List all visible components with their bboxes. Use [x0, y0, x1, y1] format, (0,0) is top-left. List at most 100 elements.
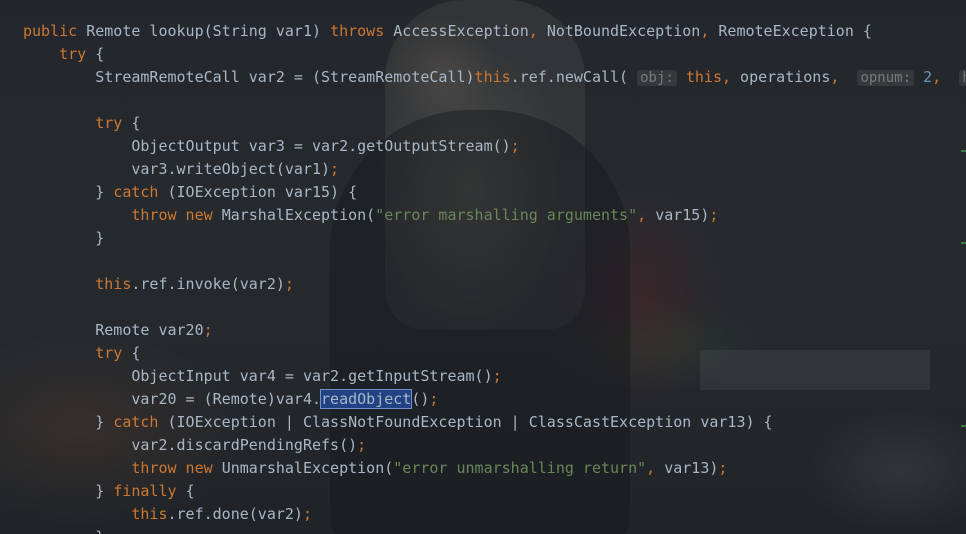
code-token: , — [646, 459, 665, 477]
code-token: .ref.newCall( — [510, 68, 638, 86]
code-token: ; — [203, 321, 213, 339]
code-line[interactable]: ObjectInput var4 = var2.getInputStream()… — [23, 365, 966, 388]
code-token: .ref.invoke(var2) — [131, 275, 285, 293]
code-token: ; — [492, 367, 502, 385]
code-token: StreamRemoteCall var2 = (StreamRemoteCal… — [23, 68, 475, 86]
code-token: var15) — [655, 206, 710, 224]
code-line[interactable]: StreamRemoteCall var2 = (StreamRemoteCal… — [23, 66, 966, 89]
code-token: var20 = (Remote)var4. — [23, 390, 322, 408]
code-token: ; — [429, 390, 439, 408]
code-token: try — [59, 45, 96, 63]
code-token: NotBoundException — [546, 22, 701, 40]
code-token: this — [95, 275, 132, 293]
code-token: , — [721, 68, 741, 86]
parameter-hint: hash — [959, 70, 966, 86]
code-token: ; — [302, 505, 312, 523]
code-token: ObjectOutput var3 = var2.getOutputStream… — [23, 137, 511, 155]
code-token: { — [95, 45, 105, 63]
code-token: ; — [709, 206, 719, 224]
code-line[interactable]: this.ref.invoke(var2); — [23, 273, 966, 296]
code-token: { — [131, 114, 141, 132]
code-token: ; — [357, 436, 367, 454]
code-token: catch — [113, 413, 168, 431]
code-line[interactable]: } — [23, 227, 966, 250]
code-token: this — [131, 505, 168, 523]
code-token: finally — [113, 482, 186, 500]
code-token: MarshalException( — [221, 206, 376, 224]
code-line[interactable]: } catch (IOException | ClassNotFoundExce… — [23, 411, 966, 434]
code-line[interactable]: public Remote lookup(String var1) throws… — [23, 20, 966, 43]
code-token: , — [932, 68, 951, 86]
code-token: catch — [113, 183, 168, 201]
code-line[interactable] — [23, 89, 966, 112]
code-token: 2 — [923, 68, 933, 86]
code-token: ; — [330, 160, 340, 178]
code-editor[interactable]: public Remote lookup(String var1) throws… — [23, 20, 966, 534]
code-token: this — [685, 68, 722, 86]
code-token: try — [95, 344, 132, 362]
code-line[interactable]: } catch (IOException var15) { — [23, 181, 966, 204]
selected-text[interactable]: readObject — [320, 389, 413, 409]
code-line[interactable] — [23, 250, 966, 273]
code-token: } — [23, 229, 105, 247]
code-token: Remote var20 — [23, 321, 204, 339]
code-line[interactable]: Remote var20; — [23, 319, 966, 342]
code-token: RemoteException { — [718, 22, 872, 40]
code-token: (IOException | ClassNotFoundException | … — [167, 413, 773, 431]
code-token: operations — [740, 68, 831, 86]
parameter-hint: opnum: — [857, 70, 915, 86]
code-token: ; — [718, 459, 728, 477]
code-line[interactable]: } finally { — [23, 480, 966, 503]
code-token: , — [700, 22, 719, 40]
code-token: AccessException — [393, 22, 529, 40]
code-token: ObjectInput var4 = var2.getInputStream() — [23, 367, 493, 385]
code-token: public — [23, 22, 87, 40]
code-line[interactable] — [23, 296, 966, 319]
code-token: Remote lookup(String var1) — [86, 22, 331, 40]
code-token: { — [131, 344, 141, 362]
code-line[interactable]: try { — [23, 43, 966, 66]
code-token: throw new — [131, 206, 222, 224]
code-token: .ref.done(var2) — [167, 505, 303, 523]
code-line[interactable]: throw new MarshalException("error marsha… — [23, 204, 966, 227]
code-line[interactable]: var2.discardPendingRefs(); — [23, 434, 966, 457]
code-token: UnmarshalException( — [221, 459, 394, 477]
code-line[interactable]: try { — [23, 342, 966, 365]
code-token: var3.writeObject(var1) — [23, 160, 331, 178]
code-line[interactable]: ObjectOutput var3 = var2.getOutputStream… — [23, 135, 966, 158]
code-line[interactable]: var3.writeObject(var1); — [23, 158, 966, 181]
code-line[interactable]: this.ref.done(var2); — [23, 503, 966, 526]
code-token: } — [23, 482, 114, 500]
code-token: "error unmarshalling return" — [393, 459, 647, 477]
code-token: } — [23, 528, 104, 534]
code-line[interactable]: } — [23, 526, 966, 534]
code-line[interactable]: throw new UnmarshalException("error unma… — [23, 457, 966, 480]
code-token: } — [23, 413, 114, 431]
code-token: ; — [284, 275, 294, 293]
code-token: { — [185, 482, 195, 500]
code-line[interactable]: var20 = (Remote)var4.readObject(); — [23, 388, 966, 411]
code-token: , — [830, 68, 849, 86]
code-token: var13) — [664, 459, 719, 477]
code-token: , — [528, 22, 547, 40]
code-token: "error marshalling arguments" — [375, 206, 638, 224]
code-token: try — [95, 114, 132, 132]
code-token: var2.discardPendingRefs() — [23, 436, 358, 454]
code-token: throw new — [131, 459, 222, 477]
code-line[interactable]: try { — [23, 112, 966, 135]
code-token: () — [411, 390, 430, 408]
code-token: throws — [330, 22, 394, 40]
code-token: ; — [510, 137, 520, 155]
code-token: } — [23, 183, 114, 201]
parameter-hint: obj: — [637, 70, 677, 86]
